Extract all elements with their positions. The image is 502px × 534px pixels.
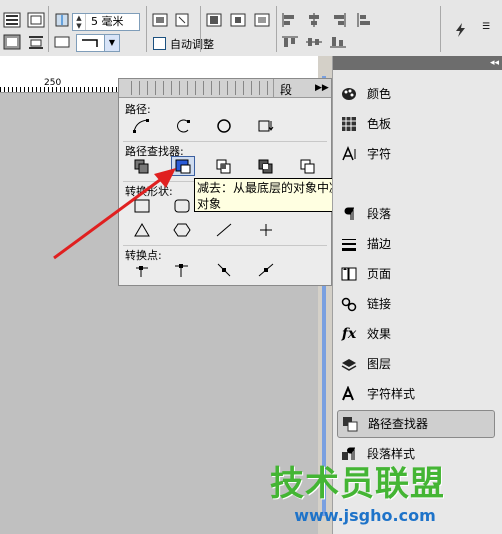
align-bottom-edges-icon[interactable] <box>329 34 347 50</box>
watermark: 技术员联盟 www.jsgho.com <box>270 462 480 534</box>
align-bottom-icon[interactable] <box>27 34 45 50</box>
text-frame-icon[interactable] <box>27 12 45 28</box>
size-stepper[interactable]: ▲ ▼ 5 毫米 <box>72 13 140 31</box>
distribute-icon[interactable] <box>356 12 374 28</box>
size-value: 5 毫米 <box>91 15 124 28</box>
tab-paragraph[interactable]: 段 <box>273 79 314 97</box>
panel-item-label: 链接 <box>367 297 392 311</box>
panel-item-label: 颜色 <box>367 87 392 101</box>
panel-item-label: 段落 <box>367 207 392 221</box>
pages-icon <box>341 267 357 281</box>
align-right-edges-icon[interactable] <box>329 12 347 28</box>
row-height-icon[interactable] <box>53 12 71 28</box>
panel-item-effects[interactable]: fx 效果 <box>337 321 493 347</box>
palette-icon <box>342 88 356 100</box>
stroke-icon <box>342 239 356 251</box>
panel-item-label: 页面 <box>367 267 392 281</box>
line-shape-icon[interactable] <box>213 221 235 239</box>
panel-item-links[interactable]: 链接 <box>337 291 493 317</box>
align-left-icon[interactable] <box>3 12 21 28</box>
symmetrical-point-icon[interactable] <box>255 261 277 279</box>
toolbar-menu-icon[interactable]: ☰ <box>482 22 490 32</box>
panel-item-label: 字符样式 <box>367 387 416 401</box>
corner-shape-icon <box>82 39 98 47</box>
layers-icon <box>341 359 357 371</box>
panel-item-character-styles[interactable]: 字符样式 <box>337 381 493 407</box>
tab-pathfinder[interactable] <box>131 81 271 95</box>
panel-item-stroke[interactable]: 描边 <box>337 231 493 257</box>
panel-item-swatches[interactable]: 色板 <box>337 111 493 137</box>
panel-dock-header[interactable]: ◂◂ <box>333 56 502 70</box>
stroke-icon[interactable] <box>53 34 71 50</box>
intersect-icon[interactable] <box>213 157 235 175</box>
align-center-icon[interactable] <box>305 12 323 28</box>
panel-item-label: 描边 <box>367 237 392 251</box>
links-icon <box>341 297 357 312</box>
minus-back-icon[interactable] <box>297 157 319 175</box>
watermark-url: www.jsgho.com <box>294 506 436 525</box>
smooth-point-icon[interactable] <box>213 261 235 279</box>
panel-item-color[interactable]: 颜色 <box>337 81 493 107</box>
fill-frame-icon[interactable] <box>205 12 223 28</box>
paragraph-icon <box>344 207 354 220</box>
center-content-icon[interactable] <box>229 12 247 28</box>
fit-proportion-icon[interactable] <box>253 12 271 28</box>
chevron-down-icon[interactable]: ▼ <box>104 35 119 51</box>
corner-style-dropdown[interactable]: ▼ <box>76 34 120 52</box>
panel-item-label: 路径查找器 <box>368 417 429 431</box>
pathfinder-icon <box>343 417 358 432</box>
frame-grid-icon[interactable] <box>3 34 21 50</box>
fit-content-icon[interactable] <box>151 12 169 28</box>
panel-item-label: 色板 <box>367 117 392 131</box>
canvas-top <box>0 56 318 78</box>
align-left-edges-icon[interactable] <box>281 12 299 28</box>
panel-item-label: 效果 <box>367 327 392 341</box>
panel-item-pages[interactable]: 页面 <box>337 261 493 287</box>
panel-item-character[interactable]: 字符 <box>337 141 493 167</box>
panel-menu-icon[interactable]: ▶▶ <box>315 79 329 97</box>
panel-item-layers[interactable]: 图层 <box>337 351 493 377</box>
fit-frame-icon[interactable] <box>173 12 191 28</box>
stepper-arrows-icon[interactable]: ▲ ▼ <box>73 14 86 30</box>
panel-item-paragraph[interactable]: 段落 <box>337 201 493 227</box>
character-style-icon <box>342 386 354 401</box>
exclude-overlap-icon[interactable] <box>255 157 277 175</box>
close-path-icon[interactable] <box>213 117 235 135</box>
align-top-edges-icon[interactable] <box>281 34 299 50</box>
control-toolbar: ▲ ▼ 5 毫米 ▼ 自动调整 ☰ <box>0 0 502 57</box>
reverse-path-icon[interactable] <box>255 117 277 135</box>
open-path-icon[interactable] <box>171 117 193 135</box>
watermark-title: 技术员联盟 <box>270 464 445 504</box>
tab-paragraph-label: 段 <box>280 83 293 97</box>
panel-item-label: 图层 <box>367 357 392 371</box>
align-middle-icon[interactable] <box>305 34 323 50</box>
effects-icon: fx <box>341 326 357 342</box>
auto-adjust-checkbox[interactable] <box>153 37 166 50</box>
character-icon <box>342 146 356 161</box>
paragraph-style-icon <box>342 447 355 460</box>
panel-item-label: 字符 <box>367 147 392 161</box>
swatches-icon <box>342 117 356 131</box>
pathfinder-tab-bar: 段 ▶▶ <box>119 79 331 98</box>
auto-adjust-label: 自动调整 <box>170 38 214 51</box>
orthogonal-line-icon[interactable] <box>255 221 277 239</box>
lightning-icon[interactable] <box>452 22 470 38</box>
join-path-icon[interactable] <box>131 117 153 135</box>
path-label: 路径: <box>125 103 151 116</box>
ruler-label: 250 <box>44 78 62 88</box>
panel-item-pathfinder[interactable]: 路径查找器 <box>337 410 495 438</box>
collapse-icon[interactable]: ◂◂ <box>490 56 499 70</box>
horizontal-ruler: 250 <box>0 78 120 93</box>
annotation-arrow <box>53 168 176 260</box>
